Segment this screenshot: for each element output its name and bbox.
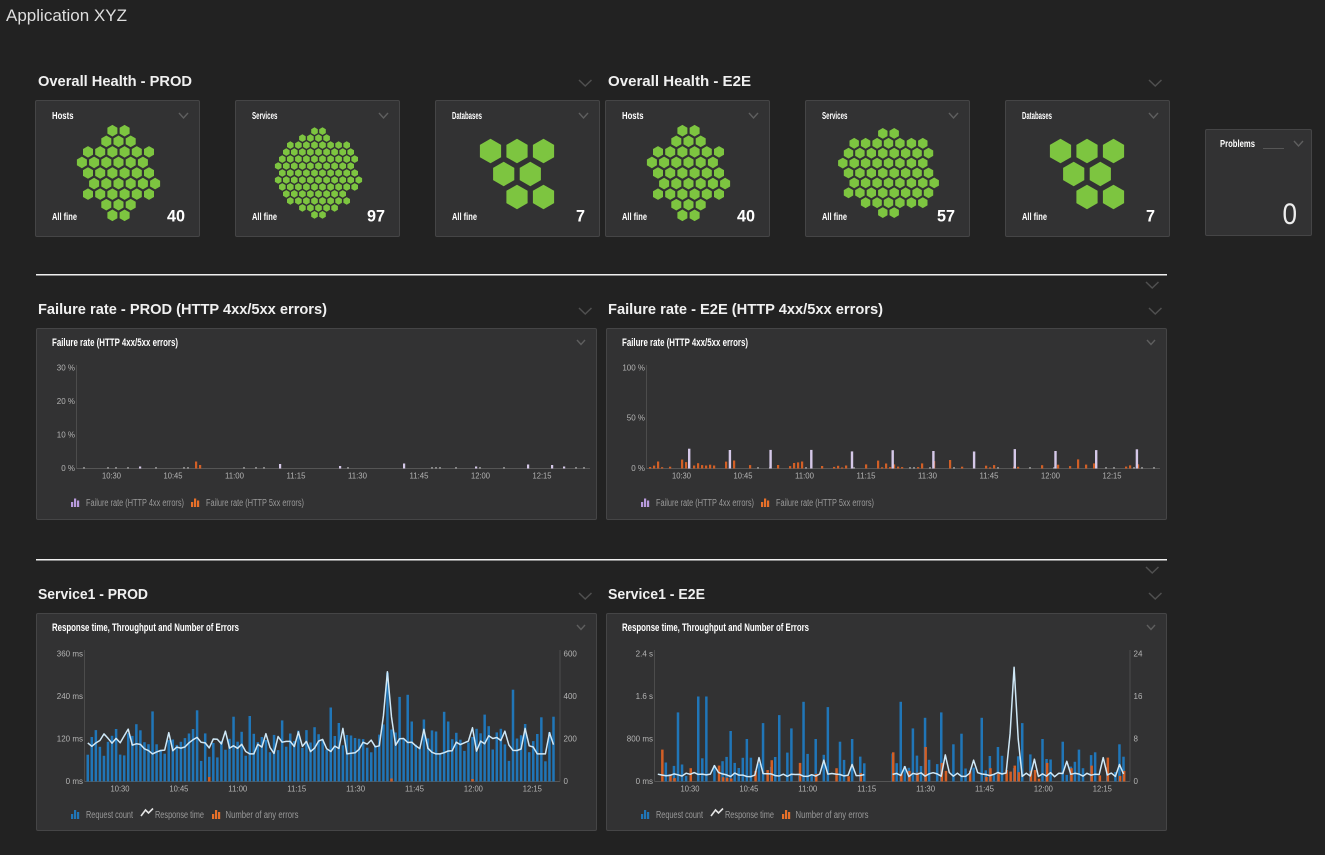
svg-text:11:00: 11:00 bbox=[795, 472, 815, 481]
svg-text:11:30: 11:30 bbox=[346, 785, 366, 794]
svg-text:Response time, Throughput and: Response time, Throughput and Number of … bbox=[52, 622, 239, 634]
svg-text:0 %: 0 % bbox=[631, 464, 645, 473]
svg-text:12:15: 12:15 bbox=[523, 785, 543, 794]
svg-text:10:45: 10:45 bbox=[164, 472, 184, 481]
svg-text:All fine: All fine bbox=[52, 212, 77, 223]
svg-text:11:45: 11:45 bbox=[975, 785, 995, 794]
svg-text:0 ms: 0 ms bbox=[66, 777, 83, 786]
svg-text:Failure rate (HTTP 4xx/5xx err: Failure rate (HTTP 4xx/5xx errors) bbox=[622, 337, 748, 349]
svg-text:10:45: 10:45 bbox=[739, 785, 759, 794]
svg-text:Services: Services bbox=[822, 111, 848, 122]
svg-text:Response time, Throughput and: Response time, Throughput and Number of … bbox=[622, 622, 809, 634]
svg-text:800 ms: 800 ms bbox=[627, 735, 653, 744]
svg-text:11:45: 11:45 bbox=[405, 785, 425, 794]
svg-text:11:15: 11:15 bbox=[857, 472, 877, 481]
svg-text:40: 40 bbox=[167, 207, 185, 226]
svg-text:Request count: Request count bbox=[86, 810, 133, 821]
svg-text:360 ms: 360 ms bbox=[57, 650, 83, 659]
svg-text:Failure rate (HTTP 4xx errors): Failure rate (HTTP 4xx errors) bbox=[656, 498, 754, 509]
svg-text:Service1 - E2E: Service1 - E2E bbox=[608, 586, 705, 603]
svg-text:0 %: 0 % bbox=[61, 464, 75, 473]
svg-text:600: 600 bbox=[564, 650, 578, 659]
svg-text:10:30: 10:30 bbox=[681, 785, 701, 794]
svg-text:All fine: All fine bbox=[252, 212, 277, 223]
svg-text:10:30: 10:30 bbox=[111, 785, 131, 794]
svg-text:Overall Health - E2E: Overall Health - E2E bbox=[608, 73, 751, 90]
svg-text:12:15: 12:15 bbox=[1103, 472, 1123, 481]
svg-text:Failure rate (HTTP 5xx errors): Failure rate (HTTP 5xx errors) bbox=[776, 498, 874, 509]
svg-text:7: 7 bbox=[1146, 207, 1155, 226]
svg-text:0 ms: 0 ms bbox=[636, 777, 653, 786]
svg-text:11:30: 11:30 bbox=[918, 472, 938, 481]
svg-text:Overall Health - PROD: Overall Health - PROD bbox=[38, 73, 192, 90]
svg-text:Request count: Request count bbox=[656, 810, 703, 821]
svg-text:Failure rate (HTTP 4xx/5xx err: Failure rate (HTTP 4xx/5xx errors) bbox=[52, 337, 178, 349]
svg-text:100 %: 100 % bbox=[622, 364, 645, 373]
svg-text:400: 400 bbox=[564, 692, 578, 701]
svg-text:Service1 - PROD: Service1 - PROD bbox=[38, 586, 148, 603]
svg-text:16: 16 bbox=[1134, 692, 1143, 701]
svg-text:Failure rate (HTTP 4xx errors): Failure rate (HTTP 4xx errors) bbox=[86, 498, 184, 509]
svg-text:50 %: 50 % bbox=[627, 414, 645, 423]
svg-text:11:00: 11:00 bbox=[798, 785, 818, 794]
svg-text:Databases: Databases bbox=[1022, 111, 1052, 122]
svg-text:12:00: 12:00 bbox=[1034, 785, 1054, 794]
svg-text:120 ms: 120 ms bbox=[57, 735, 83, 744]
svg-text:Services: Services bbox=[252, 111, 278, 122]
svg-text:All fine: All fine bbox=[1022, 212, 1047, 223]
svg-text:Hosts: Hosts bbox=[622, 111, 644, 122]
svg-text:24: 24 bbox=[1134, 650, 1143, 659]
svg-text:11:15: 11:15 bbox=[287, 472, 307, 481]
svg-text:2.4 s: 2.4 s bbox=[636, 650, 653, 659]
svg-text:Response time: Response time bbox=[725, 810, 774, 821]
svg-text:30 %: 30 % bbox=[57, 364, 75, 373]
svg-text:11:00: 11:00 bbox=[228, 785, 248, 794]
svg-text:20 %: 20 % bbox=[57, 397, 75, 406]
svg-text:All fine: All fine bbox=[822, 212, 847, 223]
svg-text:0: 0 bbox=[1134, 777, 1139, 786]
svg-text:97: 97 bbox=[367, 207, 385, 226]
svg-text:Hosts: Hosts bbox=[52, 111, 74, 122]
svg-text:11:15: 11:15 bbox=[287, 785, 307, 794]
svg-text:11:15: 11:15 bbox=[857, 785, 877, 794]
svg-text:Number of any errors: Number of any errors bbox=[796, 810, 869, 821]
svg-text:Failure rate (HTTP 5xx errors): Failure rate (HTTP 5xx errors) bbox=[206, 498, 304, 509]
svg-text:7: 7 bbox=[576, 207, 585, 226]
svg-text:10:45: 10:45 bbox=[169, 785, 189, 794]
svg-text:12:00: 12:00 bbox=[464, 785, 484, 794]
svg-text:All fine: All fine bbox=[452, 212, 477, 223]
svg-text:10 %: 10 % bbox=[57, 431, 75, 440]
svg-text:10:30: 10:30 bbox=[672, 472, 692, 481]
svg-text:Failure rate - E2E (HTTP 4xx/5: Failure rate - E2E (HTTP 4xx/5xx errors) bbox=[608, 301, 883, 318]
svg-text:Number of any errors: Number of any errors bbox=[226, 810, 299, 821]
svg-text:Failure rate - PROD (HTTP 4xx/: Failure rate - PROD (HTTP 4xx/5xx errors… bbox=[38, 301, 327, 318]
svg-text:Databases: Databases bbox=[452, 111, 482, 122]
svg-text:0: 0 bbox=[564, 777, 569, 786]
svg-text:All fine: All fine bbox=[622, 212, 647, 223]
svg-text:1.6 s: 1.6 s bbox=[636, 692, 653, 701]
svg-text:Response time: Response time bbox=[155, 810, 204, 821]
svg-text:Application XYZ: Application XYZ bbox=[6, 6, 127, 25]
svg-text:11:45: 11:45 bbox=[410, 472, 430, 481]
svg-text:12:00: 12:00 bbox=[1041, 472, 1061, 481]
svg-text:0: 0 bbox=[1283, 198, 1298, 231]
svg-text:40: 40 bbox=[737, 207, 755, 226]
svg-text:200: 200 bbox=[564, 735, 578, 744]
svg-text:57: 57 bbox=[937, 207, 955, 226]
svg-text:11:30: 11:30 bbox=[348, 472, 368, 481]
svg-text:8: 8 bbox=[1134, 735, 1139, 744]
svg-text:11:00: 11:00 bbox=[225, 472, 245, 481]
svg-text:Problems: Problems bbox=[1220, 139, 1255, 150]
svg-text:11:45: 11:45 bbox=[980, 472, 1000, 481]
svg-text:240 ms: 240 ms bbox=[57, 692, 83, 701]
svg-text:10:30: 10:30 bbox=[102, 472, 122, 481]
svg-text:12:15: 12:15 bbox=[1093, 785, 1113, 794]
svg-text:12:15: 12:15 bbox=[533, 472, 553, 481]
svg-text:10:45: 10:45 bbox=[734, 472, 754, 481]
svg-text:11:30: 11:30 bbox=[916, 785, 936, 794]
svg-text:12:00: 12:00 bbox=[471, 472, 491, 481]
